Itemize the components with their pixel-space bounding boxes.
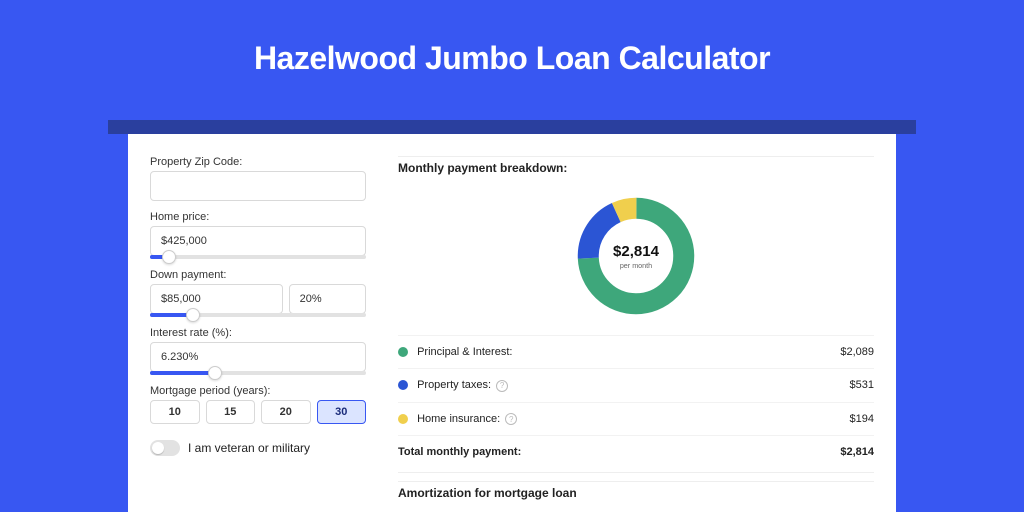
page-title: Hazelwood Jumbo Loan Calculator [0,0,1024,102]
help-icon[interactable]: ? [496,380,508,392]
value-principal: $2,089 [840,346,874,358]
rate-input[interactable] [150,342,366,372]
down-label: Down payment: [150,269,366,281]
price-slider[interactable] [150,255,366,259]
rate-label: Interest rate (%): [150,327,366,339]
form-panel: Property Zip Code: Home price: Down paym… [128,134,388,512]
breakdown-panel: Monthly payment breakdown: $2,814 per mo… [388,134,896,512]
value-taxes: $531 [850,379,874,391]
calculator-card: Property Zip Code: Home price: Down paym… [128,134,896,512]
help-icon[interactable]: ? [505,413,517,425]
period-group-wrap: Mortgage period (years): 10 15 20 30 [150,385,366,424]
row-principal-interest: Principal & Interest: $2,089 [398,335,874,368]
zip-group: Property Zip Code: [150,156,366,201]
breakdown-title: Monthly payment breakdown: [398,161,874,175]
rate-slider-knob[interactable] [208,366,222,380]
donut-center-sub: per month [620,261,652,270]
row-total: Total monthly payment: $2,814 [398,435,874,468]
period-10-button[interactable]: 10 [150,400,200,424]
down-amount-input[interactable] [150,284,283,314]
row-home-insurance: Home insurance: ? $194 [398,402,874,436]
label-taxes: Property taxes: [417,379,491,391]
down-group: Down payment: [150,269,366,317]
price-group: Home price: [150,211,366,259]
donut-svg: $2,814 per month [573,193,699,319]
price-label: Home price: [150,211,366,223]
breakdown-section: Monthly payment breakdown: $2,814 per mo… [398,156,874,473]
donut-center-value: $2,814 [613,243,660,260]
row-property-taxes: Property taxes: ? $531 [398,368,874,402]
rate-slider[interactable] [150,371,366,375]
donut-chart: $2,814 per month [398,185,874,335]
rate-slider-fill [150,371,215,375]
label-principal: Principal & Interest: [417,346,512,358]
label-insurance: Home insurance: [417,413,500,425]
period-group: 10 15 20 30 [150,400,366,424]
period-15-button[interactable]: 15 [206,400,256,424]
down-slider-knob[interactable] [186,308,200,322]
price-input[interactable] [150,226,366,256]
veteran-toggle[interactable] [150,440,180,456]
label-total: Total monthly payment: [398,446,521,458]
swatch-principal [398,347,408,357]
period-30-button[interactable]: 30 [317,400,367,424]
swatch-insurance [398,414,408,424]
veteran-label: I am veteran or military [188,441,310,455]
veteran-row: I am veteran or military [150,440,366,456]
down-slider[interactable] [150,313,366,317]
period-20-button[interactable]: 20 [261,400,311,424]
amortization-section: Amortization for mortgage loan Amortizat… [398,481,874,512]
rate-group: Interest rate (%): [150,327,366,375]
value-total: $2,814 [840,446,874,458]
amortization-title: Amortization for mortgage loan [398,486,874,500]
swatch-taxes [398,380,408,390]
zip-label: Property Zip Code: [150,156,366,168]
card-top-border [108,120,916,134]
value-insurance: $194 [850,413,874,425]
price-slider-knob[interactable] [162,250,176,264]
zip-input[interactable] [150,171,366,201]
period-label: Mortgage period (years): [150,385,366,397]
down-pct-input[interactable] [289,284,366,314]
